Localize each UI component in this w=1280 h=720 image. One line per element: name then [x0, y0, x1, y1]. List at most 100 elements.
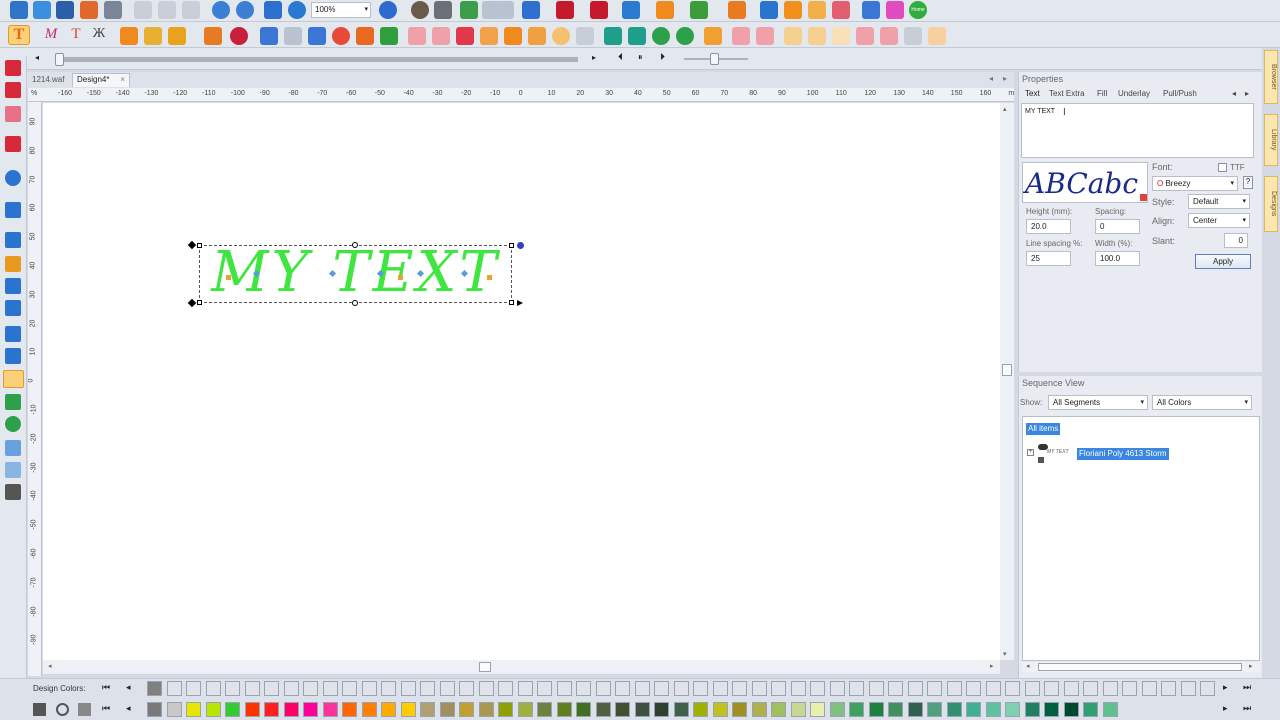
thread-colors-last-icon[interactable]: ⏭	[1243, 703, 1251, 714]
canvas-vscroll-track[interactable]	[1000, 103, 1014, 660]
realistic-view-icon[interactable]	[411, 1, 429, 19]
thread-colors-next-icon[interactable]: ▸	[1223, 703, 1228, 714]
shape-tool-3-icon[interactable]	[168, 27, 186, 45]
design-color-swatch[interactable]	[966, 681, 981, 696]
stitch-save-icon[interactable]	[434, 1, 452, 19]
copy-icon[interactable]	[158, 1, 176, 19]
thread-color-swatch[interactable]	[459, 702, 474, 717]
handle-top-mid[interactable]	[352, 242, 358, 248]
thread-color-swatch[interactable]	[985, 702, 1001, 717]
thread-color-swatch[interactable]	[1083, 702, 1098, 717]
settings-gear-icon[interactable]	[288, 1, 306, 19]
side-tab-library[interactable]: Library	[1264, 114, 1278, 166]
text-node-2[interactable]	[226, 275, 231, 280]
paste-icon[interactable]	[182, 1, 200, 19]
group-icon[interactable]	[456, 27, 474, 45]
hoop-view-icon[interactable]	[5, 326, 21, 342]
redo-icon[interactable]	[236, 1, 254, 19]
thread-color-swatch[interactable]	[1063, 702, 1079, 717]
align-1-icon[interactable]	[408, 27, 426, 45]
style-select[interactable]: Default ▾	[1188, 194, 1250, 209]
thread-item-label[interactable]: Floriani Poly 4613 Storm	[1077, 448, 1169, 460]
order-1-icon[interactable]	[784, 27, 802, 45]
thread-color-swatch[interactable]	[205, 702, 221, 717]
thread-color-swatch[interactable]	[1044, 702, 1059, 717]
design-color-swatch[interactable]	[888, 681, 903, 696]
design-color-swatch[interactable]	[1102, 681, 1118, 696]
play-icon[interactable]: ⏵	[660, 52, 665, 63]
shape-tool-6-icon[interactable]	[260, 27, 278, 45]
side-tab-browser[interactable]: Browser	[1264, 50, 1278, 104]
tab-pull-push[interactable]: Pull/Push	[1163, 89, 1197, 98]
design-colors-next-icon[interactable]: ▸	[1223, 682, 1228, 693]
segments-select[interactable]: All Segments ▾	[1048, 395, 1148, 410]
thread-color-swatch[interactable]	[868, 702, 884, 717]
design-colors-prev-icon[interactable]: ◂	[126, 682, 131, 693]
apply-button[interactable]: Apply	[1195, 254, 1251, 269]
design-color-swatch[interactable]	[634, 681, 650, 696]
thread-color-swatch[interactable]	[654, 702, 669, 717]
undo-icon[interactable]	[212, 1, 230, 19]
tool-unlink-icon[interactable]	[928, 27, 946, 45]
shape-tool-5-icon[interactable]	[230, 27, 248, 45]
design-color-swatch[interactable]	[1180, 681, 1196, 696]
design-color-swatch[interactable]	[732, 681, 747, 696]
thread-color-swatch[interactable]	[478, 702, 494, 717]
save-all-icon[interactable]	[80, 1, 98, 19]
club-shape-icon[interactable]	[784, 1, 802, 19]
thread-colors-prev-icon[interactable]: ◂	[126, 703, 131, 714]
zoom-field[interactable]: 100% ▾	[311, 2, 371, 18]
order-5-icon[interactable]	[880, 27, 898, 45]
text-node-5[interactable]	[398, 275, 403, 280]
thread-color-swatch[interactable]	[400, 702, 416, 717]
design-color-swatch[interactable]	[868, 681, 884, 696]
thread-color-swatch[interactable]	[907, 702, 923, 717]
step-back-icon[interactable]: ⏴	[618, 52, 623, 63]
design-color-swatch[interactable]	[693, 681, 708, 696]
thread-color-swatch[interactable]	[1024, 702, 1040, 717]
design-color-swatch[interactable]	[478, 681, 494, 696]
colors-dropdown-icon[interactable]: ▾	[1244, 398, 1248, 408]
text-effect-icon[interactable]: T	[67, 26, 85, 44]
vscroll-down-icon[interactable]: ▾	[1003, 650, 1007, 658]
prop-tabs-left-icon[interactable]: ◂	[1232, 89, 1236, 98]
text-on-path-icon[interactable]: Ж	[90, 26, 108, 44]
design-color-swatch[interactable]	[322, 681, 338, 696]
design-color-swatch[interactable]	[654, 681, 669, 696]
thread-color-swatch[interactable]	[790, 702, 806, 717]
reshape-icon[interactable]	[5, 106, 21, 122]
align-select[interactable]: Center ▾	[1188, 213, 1250, 228]
thread-color-swatch[interactable]	[517, 702, 533, 717]
design-color-swatch[interactable]	[498, 681, 513, 696]
design-color-swatch[interactable]	[556, 681, 572, 696]
design-color-swatch[interactable]	[420, 681, 435, 696]
sigma-icon[interactable]	[496, 1, 514, 19]
text-node-8[interactable]	[487, 275, 492, 280]
design-color-swatch[interactable]	[264, 681, 279, 696]
tree-hscroll-thumb[interactable]	[1038, 663, 1242, 671]
cut-icon[interactable]	[134, 1, 152, 19]
design-color-swatch[interactable]	[712, 681, 728, 696]
thread-color-swatch[interactable]	[849, 702, 864, 717]
design-color-swatch[interactable]	[342, 681, 357, 696]
photo-icon[interactable]	[5, 440, 21, 456]
design-color-swatch[interactable]	[225, 681, 240, 696]
thread-color-swatch[interactable]	[576, 702, 591, 717]
shape-tool-4-icon[interactable]	[204, 27, 222, 45]
feather-icon[interactable]	[556, 1, 574, 19]
order-4-icon[interactable]	[856, 27, 874, 45]
order-2-icon[interactable]	[808, 27, 826, 45]
palette-grid-icon[interactable]	[33, 703, 46, 716]
design-color-swatch[interactable]	[205, 681, 221, 696]
paint-icon[interactable]	[5, 256, 21, 272]
grid-view-icon[interactable]	[5, 300, 21, 316]
speed-slider-thumb[interactable]	[710, 53, 719, 65]
design-color-swatch[interactable]	[459, 681, 474, 696]
thread-color-swatch[interactable]	[732, 702, 747, 717]
tree-hscroll-left-icon[interactable]: ◂	[1026, 662, 1030, 670]
fill-shape-icon[interactable]	[656, 1, 674, 19]
thread-color-swatch[interactable]	[1005, 702, 1020, 717]
print-icon[interactable]	[104, 1, 122, 19]
design-color-swatch[interactable]	[1200, 681, 1215, 696]
3d-view-icon[interactable]	[5, 232, 21, 248]
